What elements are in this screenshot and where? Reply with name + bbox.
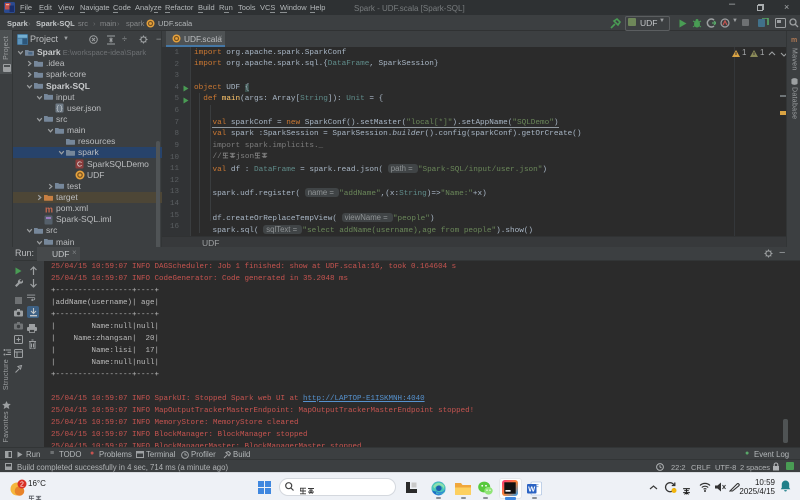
svg-text:m: m [45,204,53,214]
svg-text:C: C [77,162,82,169]
svg-text:{}: {} [56,105,63,112]
svg-text:2: 2 [20,482,24,489]
svg-text:W: W [528,484,536,493]
